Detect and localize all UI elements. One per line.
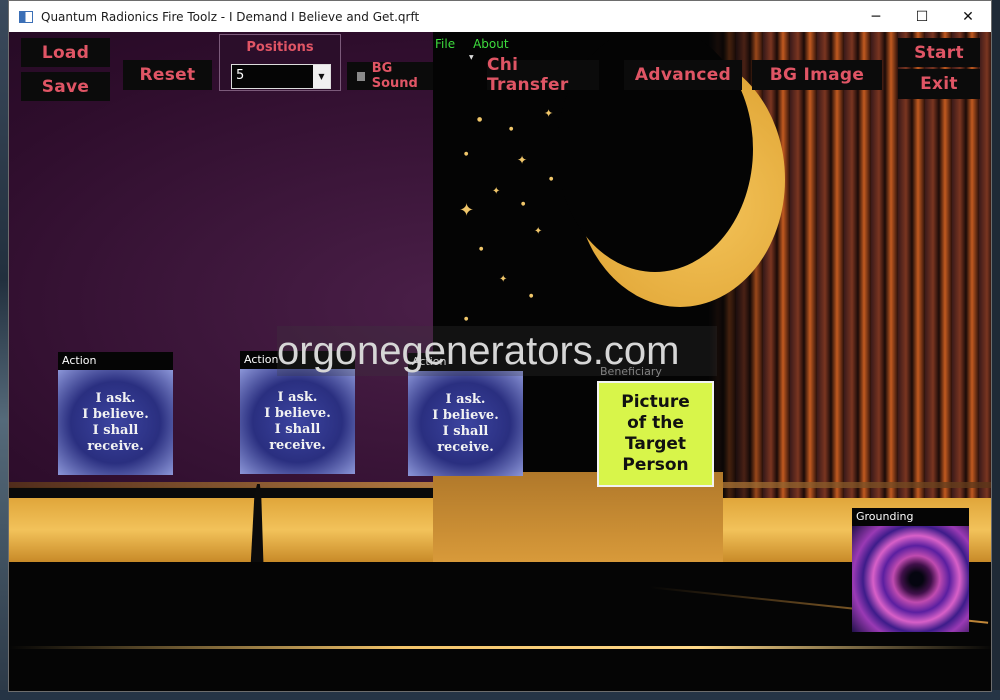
title-bar[interactable]: Quantum Radionics Fire Toolz - I Demand …	[9, 1, 991, 32]
beneficiary-text-line: Target	[624, 434, 687, 454]
load-button[interactable]: Load	[21, 38, 110, 67]
app-client-area: ✦ ✦ ✦ ✦ ✦ ✦ ● ● ● ● ● ● ● ● File About ▼…	[9, 32, 991, 691]
card-text-line: I believe.	[264, 405, 331, 421]
watermark-text: orgonegenerators.com	[277, 326, 717, 376]
chevron-down-icon[interactable]: ▼	[313, 65, 330, 88]
positions-group: Positions 5 ▼	[219, 34, 341, 91]
star-icon: ●	[464, 316, 469, 322]
card-text-line: receive.	[269, 437, 326, 453]
star-icon: ●	[477, 116, 483, 123]
beneficiary-image[interactable]: Picture of the Target Person	[597, 381, 714, 487]
star-icon: ●	[479, 246, 484, 252]
action-card-image[interactable]: I ask. I believe. I shall receive.	[58, 370, 173, 475]
app-icon	[19, 10, 33, 23]
app-window: Quantum Radionics Fire Toolz - I Demand …	[8, 0, 992, 692]
card-text-line: receive.	[87, 438, 144, 454]
stage-floor-black	[9, 562, 991, 691]
action-card-image[interactable]: I ask. I believe. I shall receive.	[240, 369, 355, 474]
action-card-label: Action	[58, 352, 173, 370]
reset-button[interactable]: Reset	[123, 60, 212, 90]
action-card-image[interactable]: I ask. I believe. I shall receive.	[408, 371, 523, 476]
window-title: Quantum Radionics Fire Toolz - I Demand …	[41, 9, 420, 24]
grounding-image[interactable]	[852, 526, 969, 632]
desktop-background	[0, 0, 8, 700]
beneficiary-text-line: of the	[627, 413, 684, 433]
card-text-line: I ask.	[95, 390, 136, 406]
bg-sound-checkbox[interactable]	[357, 71, 365, 81]
star-icon: ●	[509, 126, 514, 132]
menu-dropdown-indicator: ▼	[469, 54, 474, 61]
beneficiary-text-line: Person	[622, 455, 689, 475]
card-text-line: I ask.	[277, 389, 318, 405]
star-icon: ✦	[544, 107, 554, 120]
card-text-line: I shall	[442, 423, 489, 439]
card-text-line: I believe.	[432, 407, 499, 423]
bg-sound-label: BG Sound	[371, 61, 418, 91]
maximize-button[interactable]: ☐	[899, 1, 945, 32]
menu-about[interactable]: About	[473, 37, 508, 51]
card-text-line: I ask.	[445, 391, 486, 407]
beneficiary-text-line: Picture	[621, 392, 690, 412]
menu-file[interactable]: File	[435, 37, 455, 51]
positions-dropdown[interactable]: 5 ▼	[231, 64, 331, 89]
positions-value[interactable]: 5	[236, 68, 244, 83]
light-streak	[9, 646, 991, 649]
star-icon: ●	[529, 293, 534, 299]
menu-bar: File About	[435, 37, 509, 51]
card-text-line: I shall	[92, 422, 139, 438]
card-text-line: receive.	[437, 439, 494, 455]
card-text-line: I shall	[274, 421, 321, 437]
exit-button[interactable]: Exit	[898, 69, 980, 99]
star-icon: ✦	[534, 226, 543, 237]
star-icon: ●	[521, 201, 526, 207]
chi-transfer-button[interactable]: Chi Transfer	[487, 55, 599, 95]
minimize-button[interactable]: ─	[853, 1, 899, 32]
star-icon: ✦	[517, 153, 528, 167]
bg-image-button[interactable]: BG Image	[752, 60, 882, 90]
star-icon: ●	[464, 151, 469, 157]
start-button[interactable]: Start	[898, 38, 980, 67]
advanced-button[interactable]: Advanced	[624, 60, 742, 90]
star-icon: ✦	[459, 200, 475, 221]
star-icon: ✦	[499, 274, 508, 285]
card-text-line: I believe.	[82, 406, 149, 422]
star-icon: ✦	[492, 186, 501, 197]
grounding-label: Grounding	[852, 508, 969, 526]
star-icon: ●	[549, 176, 554, 182]
close-button[interactable]: ✕	[945, 1, 991, 32]
bg-sound-toggle[interactable]: BG Sound	[347, 61, 433, 91]
save-button[interactable]: Save	[21, 72, 110, 101]
positions-label: Positions	[246, 40, 314, 55]
